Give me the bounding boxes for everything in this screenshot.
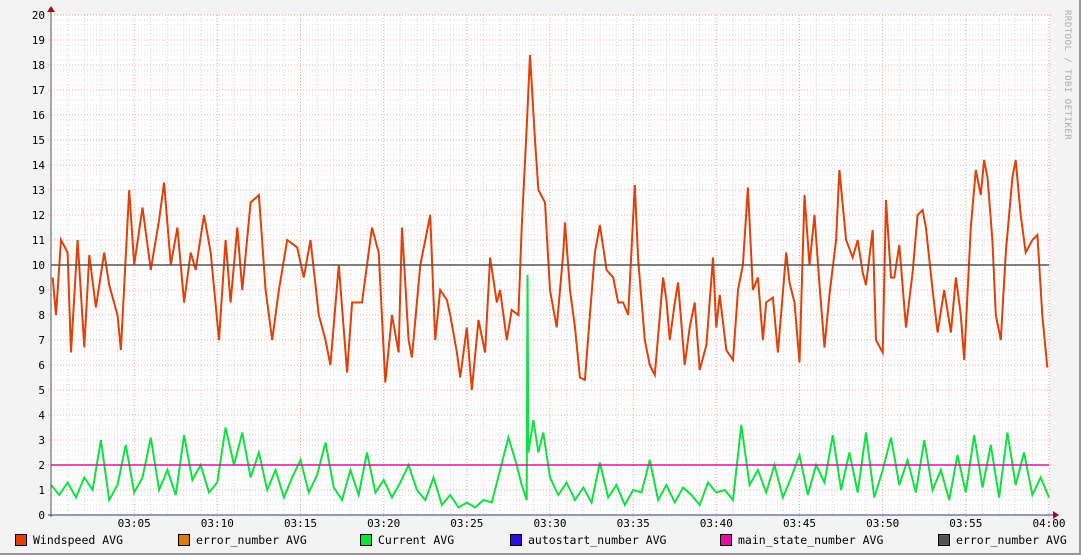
y-axis-arrow-icon (47, 6, 55, 12)
y-tick-label: 11 (32, 234, 45, 247)
legend-swatch (510, 534, 522, 546)
y-tick-label: 2 (38, 459, 45, 472)
y-tick-label: 10 (32, 259, 45, 272)
legend-item: error_number AVG (938, 533, 1067, 547)
legend-swatch (938, 534, 950, 546)
legend-swatch (720, 534, 732, 546)
x-tick-label: 03:10 (201, 517, 234, 530)
y-tick-label: 16 (32, 109, 45, 122)
y-axis-ticks: 01234567891011121314151617181920 (32, 9, 46, 522)
legend-label: autostart_number AVG (528, 533, 667, 547)
y-tick-label: 13 (32, 184, 45, 197)
legend-label: Windspeed AVG (33, 533, 124, 547)
y-tick-label: 4 (38, 409, 45, 422)
legend-label: Current AVG (378, 533, 455, 547)
x-tick-label: 03:55 (949, 517, 982, 530)
x-tick-label: 03:45 (783, 517, 816, 530)
legend: Windspeed AVG error_number AVG Current AVG… (0, 533, 1081, 551)
legend-label: error_number AVG (196, 533, 307, 547)
legend-item: Windspeed AVG (15, 533, 123, 547)
y-tick-label: 8 (38, 309, 45, 322)
y-tick-label: 5 (38, 384, 45, 397)
x-axis-ticks: 03:05 03:10 03:15 03:20 03:25 03:30 03:35 03:40… (118, 517, 1066, 530)
y-tick-label: 17 (32, 84, 45, 97)
legend-swatch (15, 534, 27, 546)
y-tick-label: 1 (38, 484, 45, 497)
legend-item: autostart_number AVG (510, 533, 666, 547)
legend-item: error_number AVG (178, 533, 307, 547)
legend-item: Current AVG (360, 533, 454, 547)
x-tick-label: 03:20 (367, 517, 400, 530)
y-tick-label: 20 (32, 9, 45, 22)
y-tick-label: 9 (38, 284, 45, 297)
y-tick-label: 6 (38, 359, 45, 372)
x-tick-label: 03:30 (533, 517, 566, 530)
x-tick-label: 03:35 (617, 517, 650, 530)
legend-item: main_state_number AVG (720, 533, 883, 547)
legend-swatch (360, 534, 372, 546)
x-tick-label: 03:40 (700, 517, 733, 530)
y-tick-label: 7 (38, 334, 45, 347)
y-tick-label: 3 (38, 434, 45, 447)
legend-label: error_number AVG (956, 533, 1067, 547)
y-tick-label: 0 (38, 509, 45, 522)
y-tick-label: 15 (32, 134, 45, 147)
x-tick-label: 03:50 (866, 517, 899, 530)
x-tick-label: 03:25 (450, 517, 483, 530)
legend-label: main_state_number AVG (738, 533, 884, 547)
x-tick-label: 04:00 (1032, 517, 1065, 530)
y-tick-label: 19 (32, 34, 45, 47)
y-tick-label: 12 (32, 209, 45, 222)
chart: 01234567891011121314151617181920 03:05 03… (32, 6, 1066, 530)
x-tick-label: 03:15 (284, 517, 317, 530)
rrdtool-watermark: RRDTOOL / TOBI OETIKER (1062, 10, 1072, 141)
y-tick-label: 18 (32, 59, 45, 72)
y-tick-label: 14 (32, 159, 46, 172)
x-tick-label: 03:05 (118, 517, 151, 530)
legend-swatch (178, 534, 190, 546)
